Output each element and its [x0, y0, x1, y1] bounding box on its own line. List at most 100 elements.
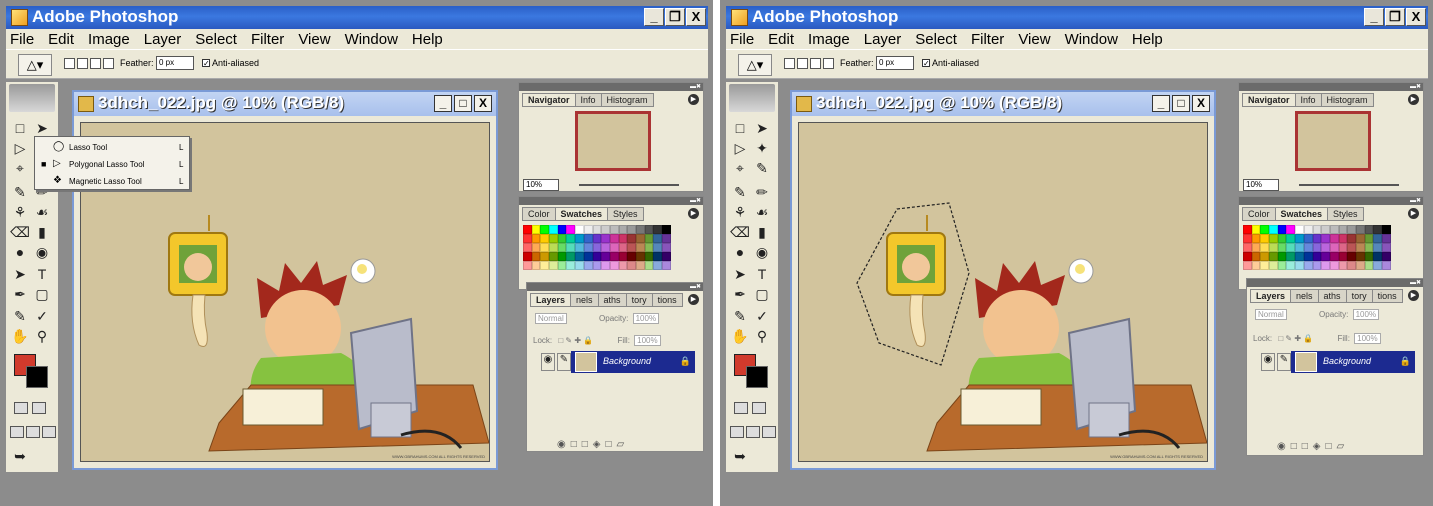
swatch-cell[interactable] — [1373, 234, 1382, 243]
swatch-cell[interactable] — [1321, 261, 1330, 270]
tab-paths[interactable]: aths — [1317, 289, 1347, 303]
swatch-cell[interactable] — [1243, 234, 1252, 243]
healing-tool-icon[interactable]: ✎ — [730, 182, 750, 202]
swatch-cell[interactable] — [531, 243, 541, 252]
swatch-cell[interactable] — [1364, 252, 1374, 261]
swatch-cell[interactable] — [1277, 234, 1287, 243]
swatch-cell[interactable] — [618, 243, 628, 252]
zoom-tool-icon[interactable]: ⚲ — [32, 326, 52, 346]
swatch-cell[interactable] — [575, 252, 584, 261]
swatch-cell[interactable] — [618, 261, 628, 270]
swatch-cell[interactable] — [609, 243, 619, 252]
zoom-tool-icon[interactable]: ⚲ — [752, 326, 772, 346]
swatch-cell[interactable] — [531, 234, 541, 243]
layer-background[interactable]: ◉ ✎ Background 🔒 — [1261, 351, 1415, 373]
tab-info[interactable]: Info — [574, 93, 602, 107]
quickmask-mode-button[interactable] — [752, 402, 766, 414]
swatch-cell[interactable] — [644, 252, 654, 261]
swatch-cell[interactable] — [566, 225, 576, 234]
panel-controls[interactable]: ▬✖ — [1410, 197, 1421, 204]
swatch-cell[interactable] — [566, 234, 576, 243]
menu-help[interactable]: Help — [1132, 31, 1163, 48]
swatch-cell[interactable] — [1269, 261, 1278, 270]
swatch-cell[interactable] — [609, 261, 619, 270]
type-tool-icon[interactable]: T — [752, 264, 772, 284]
doc-close-button[interactable]: X — [474, 95, 492, 112]
swatch-cell[interactable] — [1321, 243, 1330, 252]
layer-footer-icons[interactable]: ◉□□◈□▱ — [1277, 441, 1349, 452]
swatch-cell[interactable] — [557, 225, 567, 234]
fill-input[interactable]: 100% — [1354, 333, 1381, 344]
swatch-cell[interactable] — [592, 225, 602, 234]
stamp-tool-icon[interactable]: ⚘ — [10, 202, 30, 222]
shape-tool-icon[interactable]: ▢ — [32, 284, 52, 304]
crop-tool-icon[interactable]: ⌖ — [730, 158, 750, 178]
swatch-cell[interactable] — [627, 234, 636, 243]
swatch-cell[interactable] — [1382, 252, 1391, 261]
hand-tool-icon[interactable]: ✋ — [730, 326, 750, 346]
swatch-grid[interactable] — [1243, 225, 1391, 270]
hand-tool-icon[interactable]: ✋ — [10, 326, 30, 346]
swatch-cell[interactable] — [1329, 261, 1339, 270]
swatch-cell[interactable] — [540, 225, 550, 234]
swatch-cell[interactable] — [1364, 261, 1374, 270]
navigator-zoom-slider[interactable] — [1299, 184, 1399, 186]
menu-edit[interactable]: Edit — [768, 31, 794, 48]
flyout-item-polygonal-lasso[interactable]: ■ ▷ Polygonal Lasso Tool L — [35, 156, 189, 172]
swatch-cell[interactable] — [662, 243, 671, 252]
add-selection-icon[interactable] — [77, 58, 88, 69]
swatch-cell[interactable] — [1251, 234, 1261, 243]
healing-tool-icon[interactable]: ✎ — [10, 182, 30, 202]
menu-view[interactable]: View — [1018, 31, 1050, 48]
swatch-cell[interactable] — [601, 243, 610, 252]
slice-tool-icon[interactable]: ✎ — [752, 158, 772, 178]
panel-controls[interactable]: ▬✖ — [690, 283, 701, 290]
swatch-cell[interactable] — [1277, 225, 1287, 234]
notes-tool-icon[interactable]: ✎ — [730, 306, 750, 326]
swatch-cell[interactable] — [1329, 234, 1339, 243]
menu-select[interactable]: Select — [195, 31, 237, 48]
swatch-cell[interactable] — [1364, 234, 1374, 243]
swatch-cell[interactable] — [1312, 261, 1322, 270]
history-brush-icon[interactable]: ☙ — [752, 202, 772, 222]
swatch-cell[interactable] — [601, 261, 610, 270]
swatch-cell[interactable] — [1286, 243, 1296, 252]
navigator-zoom-slider[interactable] — [579, 184, 679, 186]
swatch-cell[interactable] — [549, 243, 558, 252]
panel-menu-icon[interactable]: ▶ — [688, 208, 699, 219]
pen-tool-icon[interactable]: ✒ — [730, 284, 750, 304]
tool-preset-picker[interactable]: △▾ — [18, 54, 52, 76]
swatch-cell[interactable] — [601, 252, 610, 261]
tab-layers[interactable]: Layers — [530, 293, 572, 307]
swatch-cell[interactable] — [662, 225, 671, 234]
swatch-cell[interactable] — [549, 261, 558, 270]
swatch-cell[interactable] — [1295, 225, 1304, 234]
panel-controls[interactable]: ▬✖ — [1410, 279, 1421, 286]
menu-image[interactable]: Image — [808, 31, 850, 48]
panel-controls[interactable]: ▬✖ — [1410, 83, 1421, 90]
tab-channels[interactable]: nels — [570, 293, 599, 307]
tab-histogram[interactable]: Histogram — [1320, 93, 1374, 107]
blur-tool-icon[interactable]: ● — [10, 242, 30, 262]
tab-layers[interactable]: Layers — [1250, 289, 1292, 303]
menu-image[interactable]: Image — [88, 31, 130, 48]
path-select-icon[interactable]: ➤ — [730, 264, 750, 284]
tab-histogram[interactable]: Histogram — [600, 93, 654, 107]
swatch-cell[interactable] — [1277, 243, 1287, 252]
swatch-cell[interactable] — [540, 252, 550, 261]
swatch-cell[interactable] — [635, 225, 645, 234]
swatch-cell[interactable] — [1355, 261, 1365, 270]
swatch-cell[interactable] — [1260, 252, 1270, 261]
swatch-cell[interactable] — [592, 261, 602, 270]
swatch-cell[interactable] — [1312, 225, 1322, 234]
subtract-selection-icon[interactable] — [810, 58, 821, 69]
antialias-checkbox[interactable]: ✓ Anti-aliased — [922, 58, 979, 68]
opacity-input[interactable]: 100% — [632, 313, 660, 324]
menu-edit[interactable]: Edit — [48, 31, 74, 48]
swatch-cell[interactable] — [1347, 243, 1356, 252]
menu-layer[interactable]: Layer — [144, 31, 182, 48]
swatch-cell[interactable] — [627, 225, 636, 234]
swatch-cell[interactable] — [1355, 243, 1365, 252]
jump-to-imageready-icon[interactable]: ➥ — [730, 446, 750, 466]
swatch-cell[interactable] — [1338, 261, 1348, 270]
